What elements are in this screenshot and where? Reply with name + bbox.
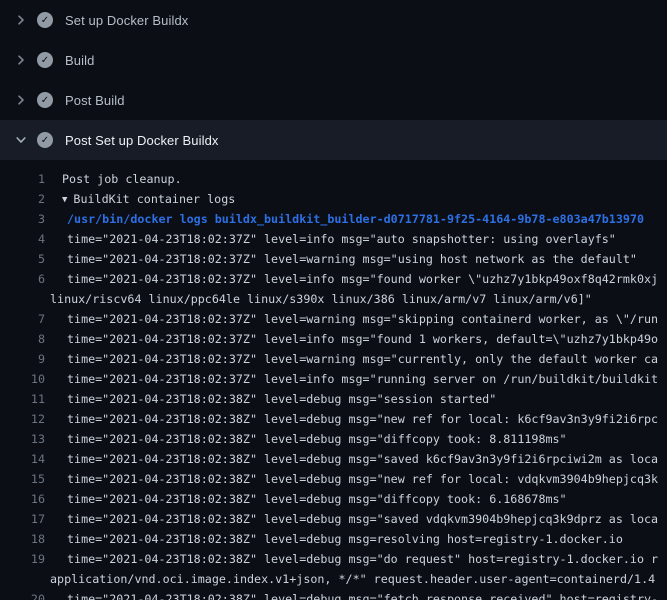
log-line-text: time="2021-04-23T18:02:38Z" level=debug … xyxy=(67,549,658,569)
log-line-text: time="2021-04-23T18:02:37Z" level=info m… xyxy=(67,269,658,289)
log-line-number[interactable]: 13 xyxy=(0,429,45,449)
chevron-icon xyxy=(13,12,29,28)
log-line-number[interactable]: 4 xyxy=(0,229,45,249)
log-line: 15 time="2021-04-23T18:02:38Z" level=deb… xyxy=(0,469,667,489)
log-line-number[interactable]: 8 xyxy=(0,329,45,349)
log-line-text: time="2021-04-23T18:02:38Z" level=debug … xyxy=(67,509,658,529)
log-line: 2 ▼ BuildKit container logs xyxy=(0,189,667,209)
log-line-text: time="2021-04-23T18:02:38Z" level=debug … xyxy=(67,589,658,600)
log-line-text[interactable]: ▼ BuildKit container logs xyxy=(62,189,235,210)
log-line-text: time="2021-04-23T18:02:38Z" level=debug … xyxy=(67,469,658,489)
log-line: 3 /usr/bin/docker logs buildx_buildkit_b… xyxy=(0,209,667,229)
log-line: 4 time="2021-04-23T18:02:37Z" level=info… xyxy=(0,229,667,249)
step-header-build[interactable]: ✓ Build xyxy=(0,40,667,80)
log-line: 16 time="2021-04-23T18:02:38Z" level=deb… xyxy=(0,489,667,509)
log-line: linux/riscv64 linux/ppc64le linux/s390x … xyxy=(0,289,667,309)
log-line-text: time="2021-04-23T18:02:37Z" level=warnin… xyxy=(67,349,658,369)
log-line-number[interactable]: 17 xyxy=(0,509,45,529)
log-line-text: time="2021-04-23T18:02:37Z" level=warnin… xyxy=(67,309,658,329)
step-label: Post Build xyxy=(65,93,125,108)
log-line-number[interactable]: 6 xyxy=(0,269,45,289)
log-line-number[interactable]: 12 xyxy=(0,409,45,429)
log-line: 6 time="2021-04-23T18:02:37Z" level=info… xyxy=(0,269,667,289)
log-group-label[interactable]: BuildKit container logs xyxy=(73,192,235,206)
log-command-text: /usr/bin/docker logs buildx_buildkit_bui… xyxy=(67,209,644,229)
log-line: 5 time="2021-04-23T18:02:37Z" level=warn… xyxy=(0,249,667,269)
log-line-text: time="2021-04-23T18:02:38Z" level=debug … xyxy=(67,449,658,469)
log-line-number[interactable]: 16 xyxy=(0,489,45,509)
log-line: 1 Post job cleanup. xyxy=(0,169,667,189)
log-line-text: time="2021-04-23T18:02:38Z" level=debug … xyxy=(67,409,658,429)
log-line-text: time="2021-04-23T18:02:37Z" level=warnin… xyxy=(67,249,637,269)
chevron-icon xyxy=(13,52,29,68)
log-line: 11 time="2021-04-23T18:02:38Z" level=deb… xyxy=(0,389,667,409)
log-view: 1 Post job cleanup. 2 ▼ BuildKit containe… xyxy=(0,160,667,600)
group-caret-icon: ▼ xyxy=(62,190,67,210)
log-line-text: application/vnd.oci.image.index.v1+json,… xyxy=(50,569,655,589)
log-line-number[interactable]: 11 xyxy=(0,389,45,409)
chevron-icon xyxy=(13,132,29,148)
step-label: Build xyxy=(65,53,94,68)
chevron-icon xyxy=(13,92,29,108)
log-line-number[interactable]: 14 xyxy=(0,449,45,469)
log-line-number[interactable]: 7 xyxy=(0,309,45,329)
log-line: 8 time="2021-04-23T18:02:37Z" level=info… xyxy=(0,329,667,349)
log-line-text: Post job cleanup. xyxy=(62,169,182,189)
log-line-number[interactable]: 9 xyxy=(0,349,45,369)
step-header-post-build[interactable]: ✓ Post Build xyxy=(0,80,667,120)
log-line-text: time="2021-04-23T18:02:37Z" level=info m… xyxy=(67,369,658,389)
log-line-text: time="2021-04-23T18:02:37Z" level=info m… xyxy=(67,229,616,249)
log-line-number[interactable]: 19 xyxy=(0,549,45,569)
log-line: 13 time="2021-04-23T18:02:38Z" level=deb… xyxy=(0,429,667,449)
check-circle-icon: ✓ xyxy=(37,52,53,68)
log-line: 12 time="2021-04-23T18:02:38Z" level=deb… xyxy=(0,409,667,429)
step-header-post-set-up-docker-buildx[interactable]: ✓ Post Set up Docker Buildx xyxy=(0,120,667,160)
log-line: 17 time="2021-04-23T18:02:38Z" level=deb… xyxy=(0,509,667,529)
log-line: 18 time="2021-04-23T18:02:38Z" level=deb… xyxy=(0,529,667,549)
steps-list: ✓ Set up Docker Buildx ✓ Build ✓ Post Bu… xyxy=(0,0,667,160)
workflow-steps-log-panel: ✓ Set up Docker Buildx ✓ Build ✓ Post Bu… xyxy=(0,0,667,600)
log-line-text: time="2021-04-23T18:02:37Z" level=info m… xyxy=(67,329,658,349)
check-circle-icon: ✓ xyxy=(37,92,53,108)
log-line-text: linux/riscv64 linux/ppc64le linux/s390x … xyxy=(50,289,592,309)
log-line: 14 time="2021-04-23T18:02:38Z" level=deb… xyxy=(0,449,667,469)
log-line-text: time="2021-04-23T18:02:38Z" level=debug … xyxy=(67,489,567,509)
step-header-set-up-docker-buildx[interactable]: ✓ Set up Docker Buildx xyxy=(0,0,667,40)
log-line: 10 time="2021-04-23T18:02:37Z" level=inf… xyxy=(0,369,667,389)
log-line: 9 time="2021-04-23T18:02:37Z" level=warn… xyxy=(0,349,667,369)
log-line-number[interactable]: 10 xyxy=(0,369,45,389)
step-label: Set up Docker Buildx xyxy=(65,13,188,28)
step-label: Post Set up Docker Buildx xyxy=(65,133,219,148)
log-line: application/vnd.oci.image.index.v1+json,… xyxy=(0,569,667,589)
log-line-text: time="2021-04-23T18:02:38Z" level=debug … xyxy=(67,429,567,449)
log-line-number[interactable]: 20 xyxy=(0,589,45,600)
log-line-number[interactable]: 1 xyxy=(0,169,45,189)
log-line: 19 time="2021-04-23T18:02:38Z" level=deb… xyxy=(0,549,667,569)
check-circle-icon: ✓ xyxy=(37,132,53,148)
log-line-number[interactable]: 2 xyxy=(0,189,45,209)
log-line-number[interactable]: 5 xyxy=(0,249,45,269)
check-circle-icon: ✓ xyxy=(37,12,53,28)
log-line: 20 time="2021-04-23T18:02:38Z" level=deb… xyxy=(0,589,667,600)
log-line-number[interactable]: 15 xyxy=(0,469,45,489)
log-line: 7 time="2021-04-23T18:02:37Z" level=warn… xyxy=(0,309,667,329)
log-line-number[interactable]: 18 xyxy=(0,529,45,549)
log-line-number[interactable]: 3 xyxy=(0,209,45,229)
log-line-text: time="2021-04-23T18:02:38Z" level=debug … xyxy=(67,529,623,549)
log-line-text: time="2021-04-23T18:02:38Z" level=debug … xyxy=(67,389,496,409)
